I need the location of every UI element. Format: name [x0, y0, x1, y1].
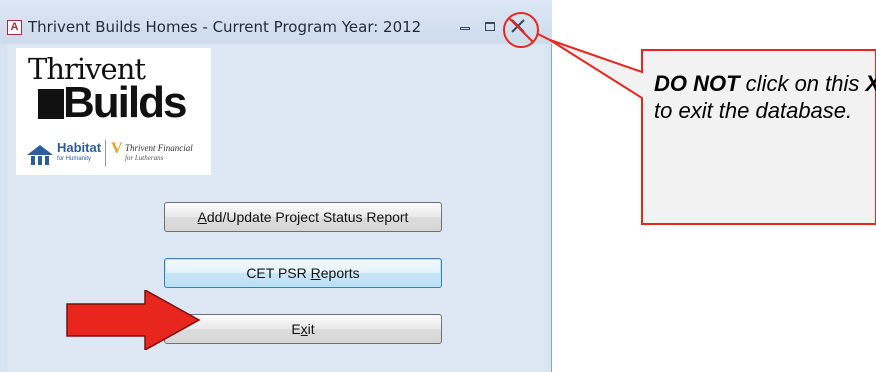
callout-annotation: [503, 12, 876, 225]
prohibition-slash: [508, 17, 534, 43]
callout-text: DO NOT click on this X to exit the datab…: [654, 71, 876, 123]
